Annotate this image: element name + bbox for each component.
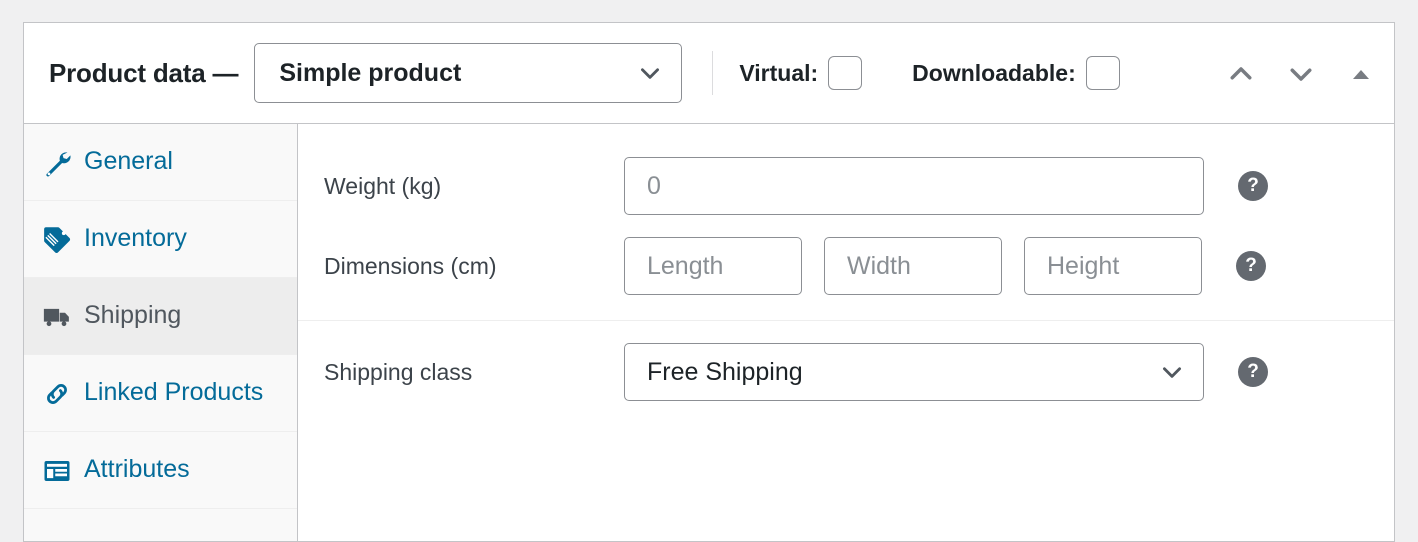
wrench-icon <box>42 146 84 178</box>
virtual-label: Virtual: <box>739 59 819 86</box>
product-type-selected-value: Simple product <box>279 58 462 87</box>
sidebar-item-linked-products[interactable]: Linked Products <box>24 355 297 432</box>
sidebar-item-label: Linked Products <box>84 378 264 406</box>
weight-help-icon[interactable]: ? <box>1238 171 1268 201</box>
shipping-tab-content: Weight (kg) 0 ? Dimensions (cm) Length W… <box>298 124 1394 541</box>
truck-icon <box>42 300 84 332</box>
shipping-measurements-section: Weight (kg) 0 ? Dimensions (cm) Length W… <box>298 146 1394 321</box>
sidebar-item-attributes[interactable]: Attributes <box>24 432 297 509</box>
header-controls <box>1224 23 1378 124</box>
downloadable-checkbox[interactable] <box>1085 56 1120 90</box>
sidebar-item-inventory[interactable]: Inventory <box>24 201 297 278</box>
virtual-checkbox-group: Virtual: <box>739 56 863 90</box>
virtual-checkbox[interactable] <box>828 56 863 90</box>
move-down-icon[interactable] <box>1284 57 1318 91</box>
shipping-class-help-icon[interactable]: ? <box>1238 357 1268 387</box>
downloadable-label: Downloadable: <box>912 59 1076 86</box>
chevron-down-icon <box>1159 359 1185 385</box>
weight-row: Weight (kg) 0 ? <box>298 146 1394 226</box>
product-type-select[interactable]: Simple product <box>254 43 683 103</box>
height-input[interactable]: Height <box>1024 237 1202 295</box>
shipping-class-selected-value: Free Shipping <box>647 357 803 386</box>
dimensions-row: Dimensions (cm) Length Width Height ? <box>298 226 1394 306</box>
link-icon <box>42 377 84 409</box>
toggle-panel-icon[interactable] <box>1344 57 1378 91</box>
sidebar-item-label: General <box>84 147 173 175</box>
shipping-class-label: Shipping class <box>324 358 473 385</box>
header-divider <box>712 51 714 95</box>
product-data-tabs: General Inventory Shipping Linked Produc… <box>24 124 298 541</box>
sidebar-item-label: Shipping <box>84 301 182 329</box>
weight-input[interactable]: 0 <box>624 157 1204 215</box>
sidebar-item-label: Inventory <box>84 224 187 252</box>
move-up-icon[interactable] <box>1224 57 1258 91</box>
weight-label: Weight (kg) <box>324 172 442 199</box>
page-title: Product data — <box>49 57 239 88</box>
chevron-down-icon <box>637 60 663 86</box>
length-input[interactable]: Length <box>624 237 802 295</box>
dimensions-help-icon[interactable]: ? <box>1236 251 1266 281</box>
downloadable-checkbox-group: Downloadable: <box>912 56 1120 90</box>
shipping-class-select[interactable]: Free Shipping <box>624 343 1204 401</box>
sidebar-item-shipping[interactable]: Shipping <box>24 278 297 355</box>
width-input[interactable]: Width <box>824 237 1002 295</box>
sidebar-item-label: Attributes <box>84 455 190 483</box>
panel-body: General Inventory Shipping Linked Produc… <box>24 124 1394 541</box>
shipping-class-section: Shipping class Free Shipping ? <box>298 321 1394 426</box>
panel-header: Product data — Simple product Virtual: D… <box>24 23 1394 124</box>
sidebar-item-general[interactable]: General <box>24 124 297 201</box>
attributes-icon <box>42 454 84 486</box>
tag-icon <box>42 223 84 255</box>
shipping-class-row: Shipping class Free Shipping ? <box>298 321 1394 412</box>
dimensions-label: Dimensions (cm) <box>324 252 497 279</box>
product-data-panel: Product data — Simple product Virtual: D… <box>23 22 1395 542</box>
